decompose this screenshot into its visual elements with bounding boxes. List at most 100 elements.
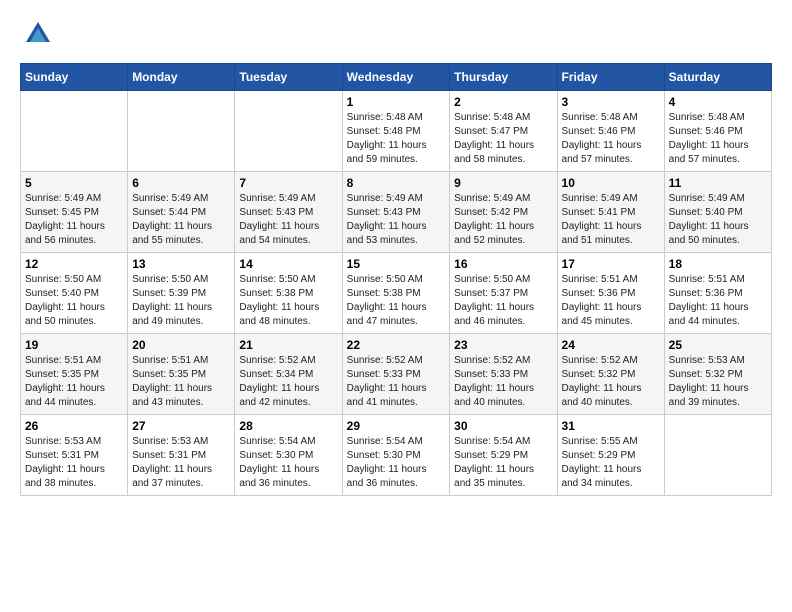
day-number: 29 <box>347 419 446 433</box>
day-info: Sunrise: 5:51 AM Sunset: 5:35 PM Dayligh… <box>25 354 123 410</box>
day-number: 3 <box>562 95 660 109</box>
calendar-cell: 24 Sunrise: 5:52 AM Sunset: 5:32 PM Dayli… <box>557 334 664 415</box>
calendar-cell: 11 Sunrise: 5:49 AM Sunset: 5:40 PM Dayli… <box>664 172 771 253</box>
day-number: 8 <box>347 176 446 190</box>
day-number: 26 <box>25 419 123 433</box>
day-number: 6 <box>132 176 230 190</box>
day-info: Sunrise: 5:50 AM Sunset: 5:38 PM Dayligh… <box>347 273 446 329</box>
calendar-week-row: 5Sunrise: 5:49 AM Sunset: 5:45 PM Daylig… <box>21 172 772 253</box>
calendar-cell: 1 Sunrise: 5:48 AM Sunset: 5:48 PM Daylig… <box>342 91 450 172</box>
day-of-week-header: Saturday <box>664 64 771 91</box>
calendar-cell: 16Sunrise: 5:50 AM Sunset: 5:37 PM Dayli… <box>450 253 557 334</box>
day-info: Sunrise: 5:52 AM Sunset: 5:33 PM Dayligh… <box>347 354 446 410</box>
day-number: 2 <box>454 95 552 109</box>
calendar-cell: 27 Sunrise: 5:53 AM Sunset: 5:31 PM Dayli… <box>128 415 235 496</box>
day-of-week-header: Thursday <box>450 64 557 91</box>
day-number: 20 <box>132 338 230 352</box>
day-info: Sunrise: 5:54 AM Sunset: 5:29 PM Dayligh… <box>454 435 552 491</box>
calendar-cell: 31 Sunrise: 5:55 AM Sunset: 5:29 PM Dayli… <box>557 415 664 496</box>
day-number: 31 <box>562 419 660 433</box>
day-number: 30 <box>454 419 552 433</box>
calendar-cell: 6 Sunrise: 5:49 AM Sunset: 5:44 PM Daylig… <box>128 172 235 253</box>
day-info: Sunrise: 5:53 AM Sunset: 5:32 PM Dayligh… <box>669 354 767 410</box>
calendar-cell: 12Sunrise: 5:50 AM Sunset: 5:40 PM Dayli… <box>21 253 128 334</box>
day-number: 24 <box>562 338 660 352</box>
day-info: Sunrise: 5:49 AM Sunset: 5:45 PM Dayligh… <box>25 192 123 248</box>
day-info: Sunrise: 5:48 AM Sunset: 5:48 PM Dayligh… <box>347 111 446 167</box>
day-number: 22 <box>347 338 446 352</box>
calendar-cell: 22 Sunrise: 5:52 AM Sunset: 5:33 PM Dayli… <box>342 334 450 415</box>
calendar-week-row: 12Sunrise: 5:50 AM Sunset: 5:40 PM Dayli… <box>21 253 772 334</box>
day-number: 7 <box>239 176 337 190</box>
day-info: Sunrise: 5:49 AM Sunset: 5:40 PM Dayligh… <box>669 192 767 248</box>
day-number: 10 <box>562 176 660 190</box>
day-info: Sunrise: 5:49 AM Sunset: 5:43 PM Dayligh… <box>239 192 337 248</box>
day-info: Sunrise: 5:51 AM Sunset: 5:35 PM Dayligh… <box>132 354 230 410</box>
calendar-cell <box>664 415 771 496</box>
calendar-cell: 17Sunrise: 5:51 AM Sunset: 5:36 PM Dayli… <box>557 253 664 334</box>
calendar-cell: 14 Sunrise: 5:50 AM Sunset: 5:38 PM Dayli… <box>235 253 342 334</box>
day-number: 15 <box>347 257 446 271</box>
day-info: Sunrise: 5:52 AM Sunset: 5:34 PM Dayligh… <box>239 354 337 410</box>
calendar-cell: 3 Sunrise: 5:48 AM Sunset: 5:46 PM Daylig… <box>557 91 664 172</box>
calendar-week-row: 26 Sunrise: 5:53 AM Sunset: 5:31 PM Dayli… <box>21 415 772 496</box>
day-info: Sunrise: 5:48 AM Sunset: 5:47 PM Dayligh… <box>454 111 552 167</box>
day-number: 1 <box>347 95 446 109</box>
calendar-cell: 15 Sunrise: 5:50 AM Sunset: 5:38 PM Dayli… <box>342 253 450 334</box>
day-info: Sunrise: 5:53 AM Sunset: 5:31 PM Dayligh… <box>25 435 123 491</box>
day-info: Sunrise: 5:51 AM Sunset: 5:36 PM Dayligh… <box>562 273 660 329</box>
calendar-cell: 7 Sunrise: 5:49 AM Sunset: 5:43 PM Daylig… <box>235 172 342 253</box>
day-number: 12 <box>25 257 123 271</box>
calendar-cell <box>128 91 235 172</box>
day-info: Sunrise: 5:55 AM Sunset: 5:29 PM Dayligh… <box>562 435 660 491</box>
day-number: 27 <box>132 419 230 433</box>
calendar-week-row: 19 Sunrise: 5:51 AM Sunset: 5:35 PM Dayli… <box>21 334 772 415</box>
calendar-cell: 30 Sunrise: 5:54 AM Sunset: 5:29 PM Dayli… <box>450 415 557 496</box>
calendar-cell: 25 Sunrise: 5:53 AM Sunset: 5:32 PM Dayli… <box>664 334 771 415</box>
calendar-cell: 9 Sunrise: 5:49 AM Sunset: 5:42 PM Daylig… <box>450 172 557 253</box>
day-number: 4 <box>669 95 767 109</box>
day-info: Sunrise: 5:50 AM Sunset: 5:39 PM Dayligh… <box>132 273 230 329</box>
calendar-table: SundayMondayTuesdayWednesdayThursdayFrid… <box>20 63 772 496</box>
calendar-cell: 21 Sunrise: 5:52 AM Sunset: 5:34 PM Dayli… <box>235 334 342 415</box>
calendar-cell: 29 Sunrise: 5:54 AM Sunset: 5:30 PM Dayli… <box>342 415 450 496</box>
day-number: 9 <box>454 176 552 190</box>
day-info: Sunrise: 5:50 AM Sunset: 5:38 PM Dayligh… <box>239 273 337 329</box>
calendar-cell: 28 Sunrise: 5:54 AM Sunset: 5:30 PM Dayli… <box>235 415 342 496</box>
calendar-cell: 4 Sunrise: 5:48 AM Sunset: 5:46 PM Daylig… <box>664 91 771 172</box>
calendar-cell: 8 Sunrise: 5:49 AM Sunset: 5:43 PM Daylig… <box>342 172 450 253</box>
day-info: Sunrise: 5:51 AM Sunset: 5:36 PM Dayligh… <box>669 273 767 329</box>
day-number: 11 <box>669 176 767 190</box>
day-info: Sunrise: 5:54 AM Sunset: 5:30 PM Dayligh… <box>239 435 337 491</box>
page-header <box>20 20 772 53</box>
day-info: Sunrise: 5:48 AM Sunset: 5:46 PM Dayligh… <box>669 111 767 167</box>
day-of-week-header: Sunday <box>21 64 128 91</box>
day-info: Sunrise: 5:49 AM Sunset: 5:41 PM Dayligh… <box>562 192 660 248</box>
day-info: Sunrise: 5:52 AM Sunset: 5:33 PM Dayligh… <box>454 354 552 410</box>
day-of-week-header: Monday <box>128 64 235 91</box>
day-info: Sunrise: 5:48 AM Sunset: 5:46 PM Dayligh… <box>562 111 660 167</box>
calendar-cell <box>21 91 128 172</box>
day-number: 18 <box>669 257 767 271</box>
calendar-week-row: 1 Sunrise: 5:48 AM Sunset: 5:48 PM Daylig… <box>21 91 772 172</box>
day-number: 21 <box>239 338 337 352</box>
day-info: Sunrise: 5:52 AM Sunset: 5:32 PM Dayligh… <box>562 354 660 410</box>
day-info: Sunrise: 5:54 AM Sunset: 5:30 PM Dayligh… <box>347 435 446 491</box>
calendar-cell: 20 Sunrise: 5:51 AM Sunset: 5:35 PM Dayli… <box>128 334 235 415</box>
day-number: 14 <box>239 257 337 271</box>
day-number: 25 <box>669 338 767 352</box>
day-info: Sunrise: 5:49 AM Sunset: 5:42 PM Dayligh… <box>454 192 552 248</box>
day-number: 19 <box>25 338 123 352</box>
calendar-cell: 18 Sunrise: 5:51 AM Sunset: 5:36 PM Dayli… <box>664 253 771 334</box>
day-info: Sunrise: 5:49 AM Sunset: 5:43 PM Dayligh… <box>347 192 446 248</box>
day-info: Sunrise: 5:53 AM Sunset: 5:31 PM Dayligh… <box>132 435 230 491</box>
day-of-week-header: Tuesday <box>235 64 342 91</box>
calendar-cell: 5Sunrise: 5:49 AM Sunset: 5:45 PM Daylig… <box>21 172 128 253</box>
logo <box>20 20 52 53</box>
day-number: 23 <box>454 338 552 352</box>
logo-icon <box>24 20 52 53</box>
day-info: Sunrise: 5:49 AM Sunset: 5:44 PM Dayligh… <box>132 192 230 248</box>
day-number: 28 <box>239 419 337 433</box>
day-info: Sunrise: 5:50 AM Sunset: 5:37 PM Dayligh… <box>454 273 552 329</box>
day-of-week-header: Friday <box>557 64 664 91</box>
